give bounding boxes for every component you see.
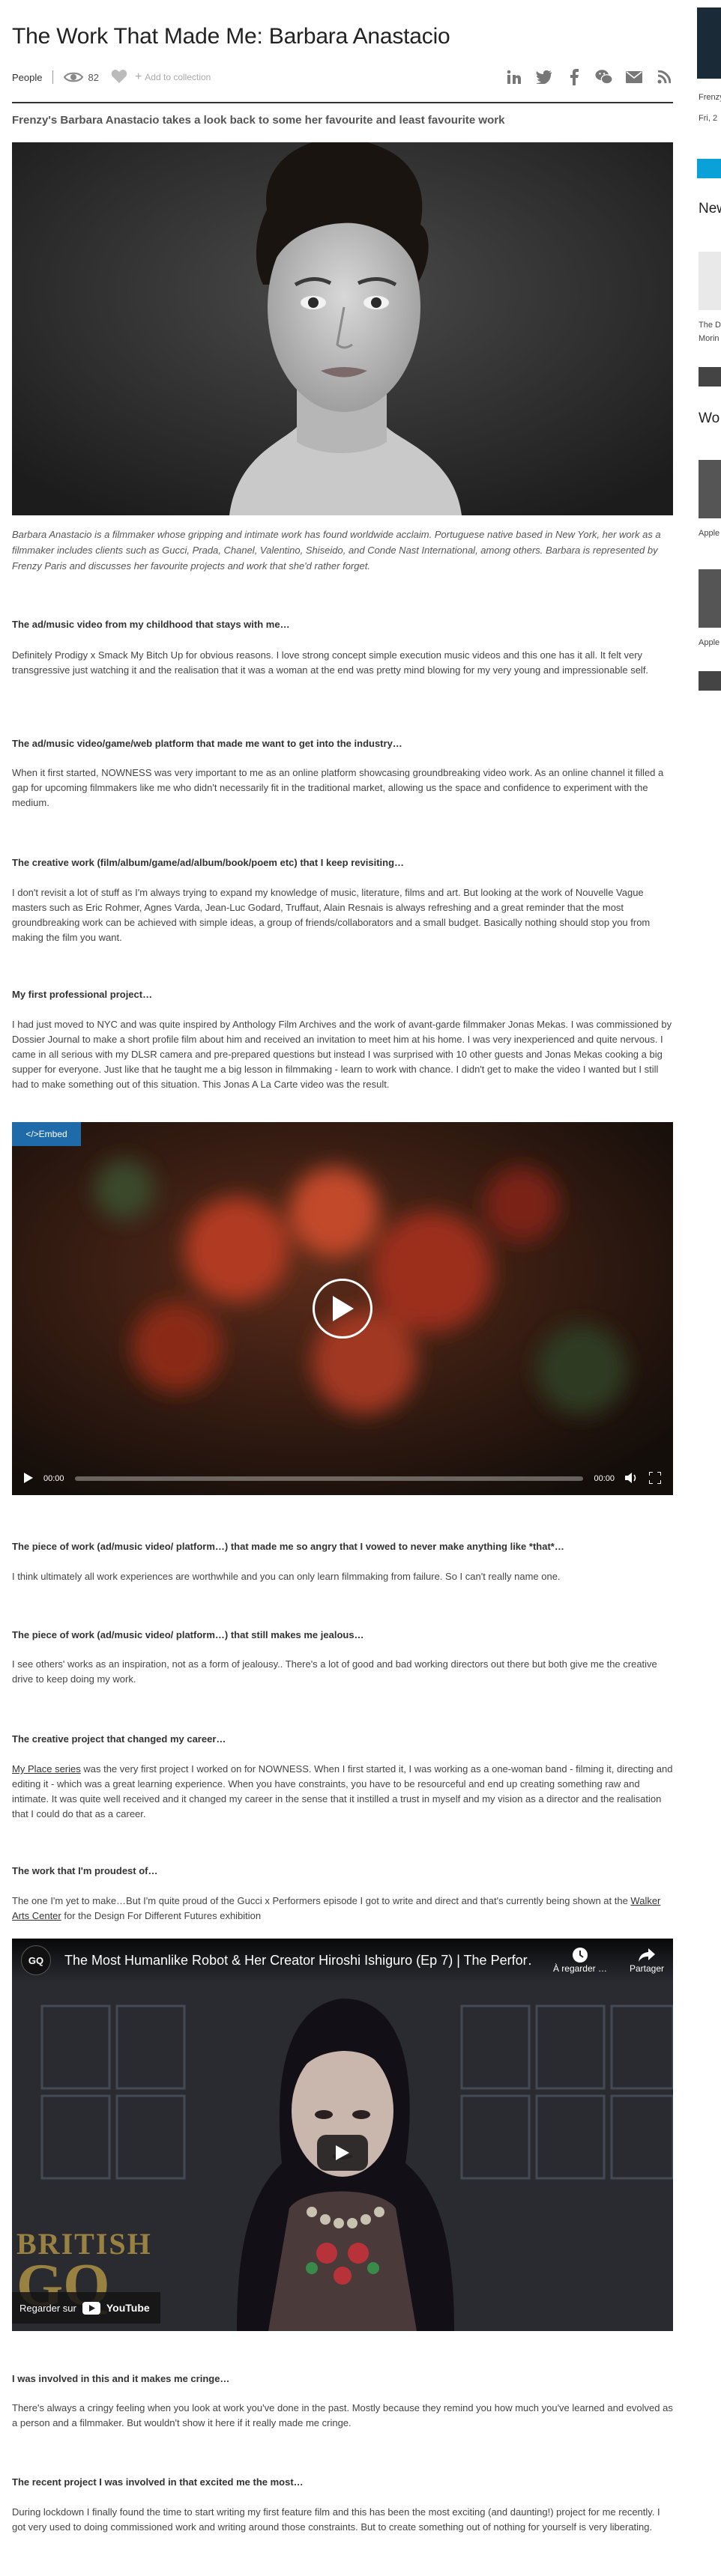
rss-icon[interactable] <box>655 68 673 86</box>
watch-later-label: À regarder … <box>552 1963 607 1974</box>
progress-bar[interactable] <box>74 1476 584 1481</box>
sidebar-author: Frenzy <box>699 93 721 102</box>
sidebar-more-button[interactable] <box>699 671 721 691</box>
video-controls: 00:00 00:00 <box>12 1462 673 1495</box>
meta-divider <box>52 70 54 84</box>
sidebar-work-label[interactable]: Apple <box>699 638 720 647</box>
section-question: The ad/music video/game/web platform tha… <box>12 738 402 749</box>
standfirst: Frenzy's Barbara Anastacio takes a look … <box>12 114 505 127</box>
category-link[interactable]: People <box>12 72 42 83</box>
watch-on-label: Regarder sur <box>19 2302 76 2314</box>
twitter-icon[interactable] <box>535 68 553 86</box>
answer-text: The one I'm yet to make…But I'm quite pr… <box>12 1895 631 1906</box>
current-time: 00:00 <box>43 1474 64 1483</box>
sidebar-work-thumbnail[interactable] <box>699 569 721 628</box>
eye-icon <box>64 72 84 82</box>
sidebar-more-button[interactable] <box>699 367 721 387</box>
views-number: 82 <box>88 71 99 83</box>
section-answer: The one I'm yet to make…But I'm quite pr… <box>12 1894 673 1924</box>
play-icon <box>333 1296 354 1321</box>
section-question: The work that I'm proudest of… <box>12 1865 158 1876</box>
section-question: The piece of work (ad/music video/ platf… <box>12 1629 364 1640</box>
section-question: The recent project I was involved in tha… <box>12 2476 304 2488</box>
sidebar-heading-news: New <box>699 201 721 216</box>
like-button[interactable] <box>111 69 127 86</box>
section-question: My first professional project… <box>12 989 153 1000</box>
volume-icon[interactable] <box>625 1472 639 1486</box>
portrait-image <box>12 142 673 515</box>
sidebar-work-thumbnail[interactable] <box>699 460 721 518</box>
share-button[interactable]: Partager <box>630 1947 664 1974</box>
sidebar-date: Fri, 2 <box>699 114 718 123</box>
section-answer: I think ultimately all work experiences … <box>12 1571 561 1582</box>
heart-icon <box>111 69 127 83</box>
plus-icon: + <box>134 70 142 83</box>
section-question: The creative project that changed my car… <box>12 1733 226 1745</box>
views-count: 82 <box>64 71 99 83</box>
fullscreen-icon[interactable] <box>648 1470 662 1486</box>
linkedin-icon[interactable] <box>505 68 523 86</box>
section-question: I was involved in this and it makes me c… <box>12 2373 230 2384</box>
embed-button[interactable]: </>Embed <box>12 1122 81 1146</box>
channel-avatar[interactable]: GQ <box>21 1945 51 1975</box>
play-button[interactable] <box>313 1279 372 1339</box>
youtube-wordmark: YouTube <box>106 2302 150 2314</box>
section-answer: I had just moved to NYC and was quite in… <box>12 1019 672 1090</box>
add-to-collection-label: Add to collection <box>145 72 211 82</box>
my-place-series-link[interactable]: My Place series <box>12 1763 81 1775</box>
hero-portrait <box>12 142 673 515</box>
section-question: The ad/music video from my childhood tha… <box>12 619 290 630</box>
section-question: The creative work (film/album/game/ad/al… <box>12 857 405 868</box>
share-bar <box>505 68 673 86</box>
section-answer: When it first started, NOWNESS was very … <box>12 767 664 808</box>
email-icon[interactable] <box>625 68 643 86</box>
section-question: The piece of work (ad/music video/ platf… <box>12 1541 564 1552</box>
page-title: The Work That Made Me: Barbara Anastacio <box>12 24 450 49</box>
section-answer: My Place series was the very first proje… <box>12 1762 673 1822</box>
sidebar-heading-work: Wo <box>699 410 720 426</box>
hero-caption: Barbara Anastacio is a filmmaker whose g… <box>12 529 661 572</box>
control-play-icon[interactable] <box>24 1472 33 1485</box>
section-answer: I don't revisit a lot of stuff as I'm al… <box>12 887 651 943</box>
youtube-logo-icon <box>82 2301 100 2315</box>
clock-icon <box>572 1948 588 1963</box>
section-answer: There's always a cringy feeling when you… <box>12 2402 673 2428</box>
wechat-icon[interactable] <box>595 68 613 86</box>
watch-later-button[interactable]: À regarder … <box>553 1947 607 1974</box>
watch-on-youtube-button[interactable]: Regarder sur YouTube <box>12 2292 160 2324</box>
answer-text: was the very first project I worked on f… <box>12 1763 673 1819</box>
article-meta: People 82 + Add to collection <box>12 66 673 88</box>
sidebar-follow-button[interactable] <box>697 159 721 178</box>
sidebar-news-thumbnail[interactable] <box>699 252 721 310</box>
facebook-icon[interactable] <box>565 68 583 86</box>
youtube-embed[interactable]: BRITISH GQ GQ The Most Humanlike Robot &… <box>12 1939 673 2331</box>
section-answer: During lockdown I finally found the time… <box>12 2506 660 2533</box>
total-time: 00:00 <box>594 1474 615 1483</box>
sidebar: Frenzy Fri, 2 New The D Morin Wo Apple A… <box>697 0 721 2576</box>
sidebar-news-text[interactable]: The D <box>699 321 721 330</box>
youtube-video-title[interactable]: The Most Humanlike Robot & Her Creator H… <box>64 1953 531 1969</box>
add-to-collection-button[interactable]: + Add to collection <box>135 70 211 84</box>
answer-text: for the Design For Different Futures exh… <box>61 1910 262 1921</box>
sidebar-news-text[interactable]: Morin <box>699 334 720 343</box>
sidebar-work-label[interactable]: Apple <box>699 529 720 538</box>
video-player-jonas[interactable]: </>Embed 00:00 00:00 <box>12 1122 673 1495</box>
sidebar-profile-image[interactable] <box>697 7 721 79</box>
youtube-header: GQ The Most Humanlike Robot & Her Creato… <box>12 1939 673 1982</box>
share-label: Partager <box>629 1963 664 1974</box>
section-answer: I see others' works as an inspiration, n… <box>12 1658 657 1685</box>
section-answer: Definitely Prodigy x Smack My Bitch Up f… <box>12 649 649 676</box>
youtube-play-button[interactable] <box>317 2135 368 2171</box>
play-icon <box>336 2145 349 2160</box>
share-arrow-icon <box>638 1948 655 1962</box>
title-divider <box>12 102 673 103</box>
